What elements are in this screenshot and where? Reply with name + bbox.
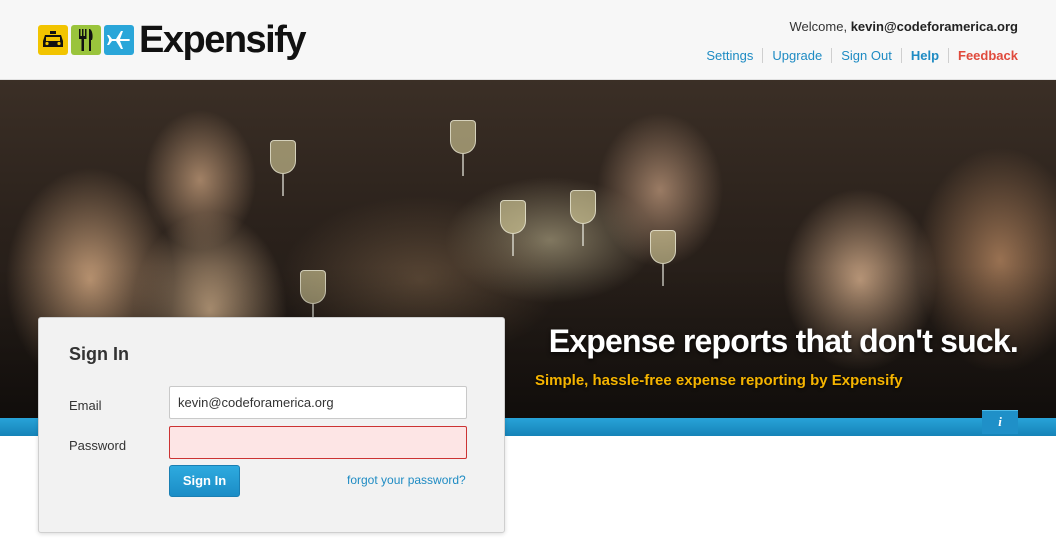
welcome-message: Welcome, kevin@codeforamerica.org: [790, 19, 1018, 34]
email-label: Email: [69, 398, 102, 413]
email-field[interactable]: [169, 386, 467, 419]
nav-settings[interactable]: Settings: [697, 48, 762, 63]
airplane-icon: [104, 25, 134, 55]
signin-panel: Sign In Email Password Sign In forgot yo…: [38, 317, 505, 533]
hero-headline: Expense reports that don't suck.: [548, 323, 1019, 359]
password-label: Password: [69, 438, 127, 453]
logo-wordmark: Expensify: [139, 19, 307, 61]
info-icon[interactable]: i: [982, 410, 1018, 434]
welcome-user: kevin@codeforamerica.org: [850, 19, 1018, 34]
sign-in-button[interactable]: Sign In: [169, 465, 240, 497]
nav-upgrade[interactable]: Upgrade: [762, 48, 831, 63]
expensify-logo[interactable]: Expensify: [38, 19, 307, 61]
nav-feedback[interactable]: Feedback: [948, 48, 1018, 63]
welcome-prefix: Welcome,: [789, 19, 848, 34]
fork-knife-icon: [71, 25, 101, 55]
expensify-page: Expensify Welcome, kevin@codeforamerica.…: [0, 0, 1056, 553]
password-field[interactable]: [169, 426, 467, 459]
nav-help[interactable]: Help: [900, 48, 948, 63]
nav-sign-out[interactable]: Sign Out: [831, 48, 901, 63]
signin-title: Sign In: [69, 344, 129, 364]
taxi-icon: [38, 25, 68, 55]
top-nav: Settings Upgrade Sign Out Help Feedback: [697, 48, 1018, 63]
forgot-password-link[interactable]: forgot your password?: [347, 473, 466, 487]
site-header: Expensify Welcome, kevin@codeforamerica.…: [0, 0, 1056, 80]
hero-subline: Simple, hassle-free expense reporting by…: [535, 372, 903, 389]
